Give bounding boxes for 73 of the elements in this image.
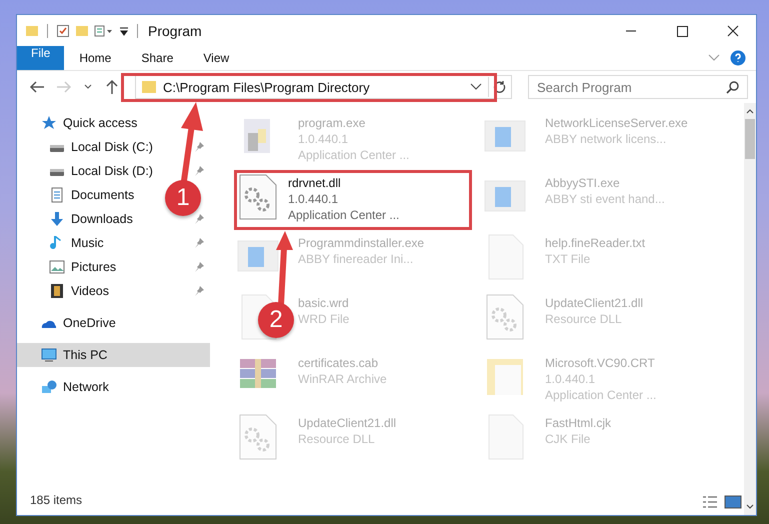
document-icon	[49, 187, 65, 203]
pin-icon[interactable]	[194, 286, 204, 296]
sidebar-item[interactable]: OneDrive	[17, 311, 147, 335]
sidebar-label: Network	[63, 380, 109, 394]
picture-icon	[49, 259, 65, 275]
expand-ribbon-icon[interactable]	[708, 53, 720, 63]
file-detail: Resource DLL	[298, 431, 376, 447]
sidebar-label: Quick access	[63, 116, 138, 130]
item-count: 185 items	[29, 493, 84, 507]
scroll-down-icon[interactable]	[745, 503, 755, 511]
sidebar-item[interactable]: Quick access	[17, 111, 147, 135]
file-name[interactable]: rdrvnet.dll	[288, 175, 400, 191]
file-detail: Application Center ...	[288, 207, 400, 223]
folder-icon	[141, 79, 157, 95]
file-detail: ABBY sti event hand...	[545, 191, 665, 207]
sidebar-label: OneDrive	[63, 316, 116, 330]
sidebar-item[interactable]: Network	[17, 375, 147, 399]
window-title: Program	[148, 22, 202, 38]
pin-icon[interactable]	[194, 142, 204, 152]
search-field[interactable]: Search Program	[528, 75, 748, 99]
ribbon-tab[interactable]: View	[188, 46, 244, 70]
ribbon-tab[interactable]: Home	[64, 46, 126, 70]
file-detail: ABBY network licens...	[545, 131, 668, 147]
sidebar-label: Local Disk (C:)	[71, 140, 153, 154]
pin-icon[interactable]	[194, 214, 204, 224]
sidebar-item[interactable]: Pictures	[17, 255, 147, 279]
properties-icon[interactable]	[56, 24, 70, 38]
file-detail: CJK File	[545, 431, 592, 447]
pin-icon[interactable]	[194, 262, 204, 272]
file-detail: Resource DLL	[545, 311, 623, 327]
details-view-icon[interactable]	[702, 495, 718, 509]
file-detail: WinRAR Archive	[298, 371, 387, 387]
sidebar-item[interactable]: Documents	[17, 183, 147, 207]
sidebar-label: Music	[71, 236, 104, 250]
file-detail: ABBY finereader Ini...	[298, 251, 414, 267]
sidebar-label: Downloads	[71, 212, 133, 226]
file-detail: Application Center ...	[545, 387, 656, 403]
network-icon	[41, 379, 57, 395]
sidebar-label: Pictures	[71, 260, 116, 274]
monitor-icon	[41, 347, 57, 363]
large-icons-view-icon[interactable]	[724, 495, 742, 509]
search-icon	[726, 80, 740, 94]
sidebar-label: Videos	[71, 284, 109, 298]
help-icon[interactable]	[730, 50, 746, 66]
file-detail: Application Center ...	[298, 147, 410, 163]
back-arrow-icon[interactable]	[29, 80, 45, 94]
file-detail: 1.0.440.1	[288, 191, 340, 207]
sidebar-label: This PC	[63, 348, 108, 362]
star-icon	[41, 115, 57, 131]
sidebar-item[interactable]: This PC	[17, 343, 210, 367]
scrollbar[interactable]	[744, 103, 756, 515]
dropdown-caret-icon[interactable]	[470, 82, 482, 92]
file-detail: 1.0.440.1	[545, 371, 596, 387]
address-bar[interactable]: C:\Program Files\Program Directory	[135, 75, 512, 99]
sidebar-label: Local Disk (D:)	[71, 164, 153, 178]
file-detail: 1.0.440.1	[298, 131, 350, 147]
pin-icon[interactable]	[194, 238, 204, 248]
film-icon	[49, 283, 65, 299]
download-icon	[49, 211, 65, 227]
scroll-thumb[interactable]	[745, 119, 755, 159]
address-path: C:\Program Files\Program Directory	[163, 80, 371, 94]
pin-icon[interactable]	[194, 166, 204, 176]
view-options-icon[interactable]	[94, 24, 114, 38]
file-detail: WRD File	[298, 311, 350, 327]
scroll-up-icon[interactable]	[745, 107, 755, 115]
sidebar-label: Documents	[71, 188, 134, 202]
sidebar-item[interactable]: Music	[17, 231, 147, 255]
sidebar-item[interactable]: Downloads	[17, 207, 147, 231]
ribbon-tab[interactable]: File	[17, 46, 64, 70]
file-detail: TXT File	[545, 251, 592, 267]
sidebar-item[interactable]: Videos	[17, 279, 147, 303]
ribbon-tab[interactable]: Share	[126, 46, 188, 70]
up-arrow-icon[interactable]	[104, 79, 120, 95]
